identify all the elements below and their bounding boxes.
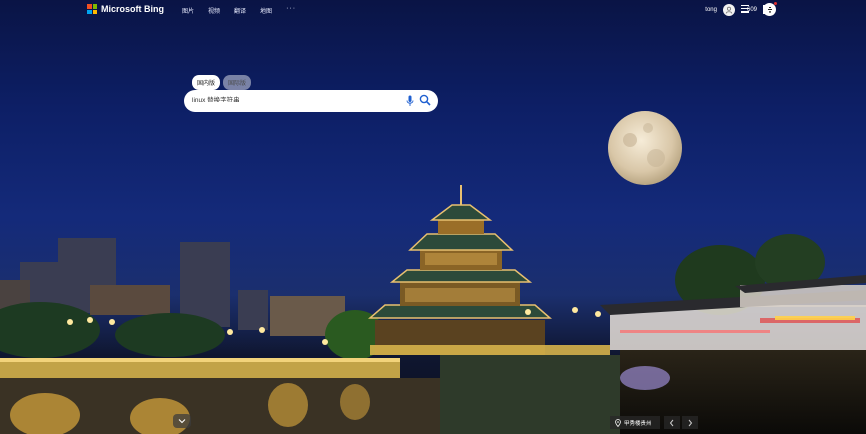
bridge bbox=[0, 345, 866, 434]
region-tabs: 国内版 国际版 bbox=[192, 75, 252, 90]
microsoft-logo-icon bbox=[87, 4, 97, 14]
location-label: 甲秀楼贵州 bbox=[624, 420, 652, 427]
pavilion bbox=[367, 185, 553, 355]
hamburger-menu-icon[interactable] bbox=[741, 5, 749, 15]
notification-dot bbox=[774, 2, 777, 5]
background-photo bbox=[0, 111, 866, 434]
search-icon[interactable] bbox=[419, 94, 431, 106]
nav-more-button[interactable]: ··· bbox=[286, 5, 296, 15]
search-box bbox=[184, 90, 438, 112]
search-input[interactable] bbox=[192, 95, 392, 102]
nav-item-translate[interactable]: 翻译 bbox=[234, 6, 246, 15]
qr-code-icon[interactable] bbox=[763, 5, 772, 14]
username[interactable]: tong bbox=[705, 7, 717, 13]
next-image-button[interactable] bbox=[682, 416, 698, 429]
top-bar: Microsoft Bing 图片 视频 翻译 地图 ··· tong 609 bbox=[0, 0, 866, 20]
bing-logo[interactable]: Microsoft Bing bbox=[87, 4, 164, 14]
chevron-left-icon bbox=[669, 419, 674, 426]
nav-item-videos[interactable]: 视频 bbox=[208, 6, 220, 15]
user-avatar-icon[interactable] bbox=[722, 3, 735, 16]
brand-name: Microsoft Bing bbox=[101, 4, 164, 14]
image-location[interactable]: 甲秀楼贵州 bbox=[610, 416, 660, 429]
scroll-down-button[interactable] bbox=[173, 414, 191, 428]
moon bbox=[608, 111, 682, 185]
previous-image-button[interactable] bbox=[664, 416, 680, 429]
nav-item-maps[interactable]: 地图 bbox=[260, 6, 272, 15]
chevron-down-icon bbox=[178, 419, 186, 424]
chevron-right-icon bbox=[688, 419, 693, 426]
tab-international[interactable]: 国际版 bbox=[223, 75, 252, 90]
top-nav: 图片 视频 翻译 地图 ··· bbox=[182, 5, 296, 15]
bing-homepage: Microsoft Bing 图片 视频 翻译 地图 ··· tong 609 … bbox=[0, 0, 866, 434]
location-pin-icon bbox=[615, 418, 621, 427]
microphone-icon[interactable] bbox=[406, 95, 414, 107]
tab-china[interactable]: 国内版 bbox=[192, 75, 221, 90]
nav-item-images[interactable]: 图片 bbox=[182, 6, 194, 15]
